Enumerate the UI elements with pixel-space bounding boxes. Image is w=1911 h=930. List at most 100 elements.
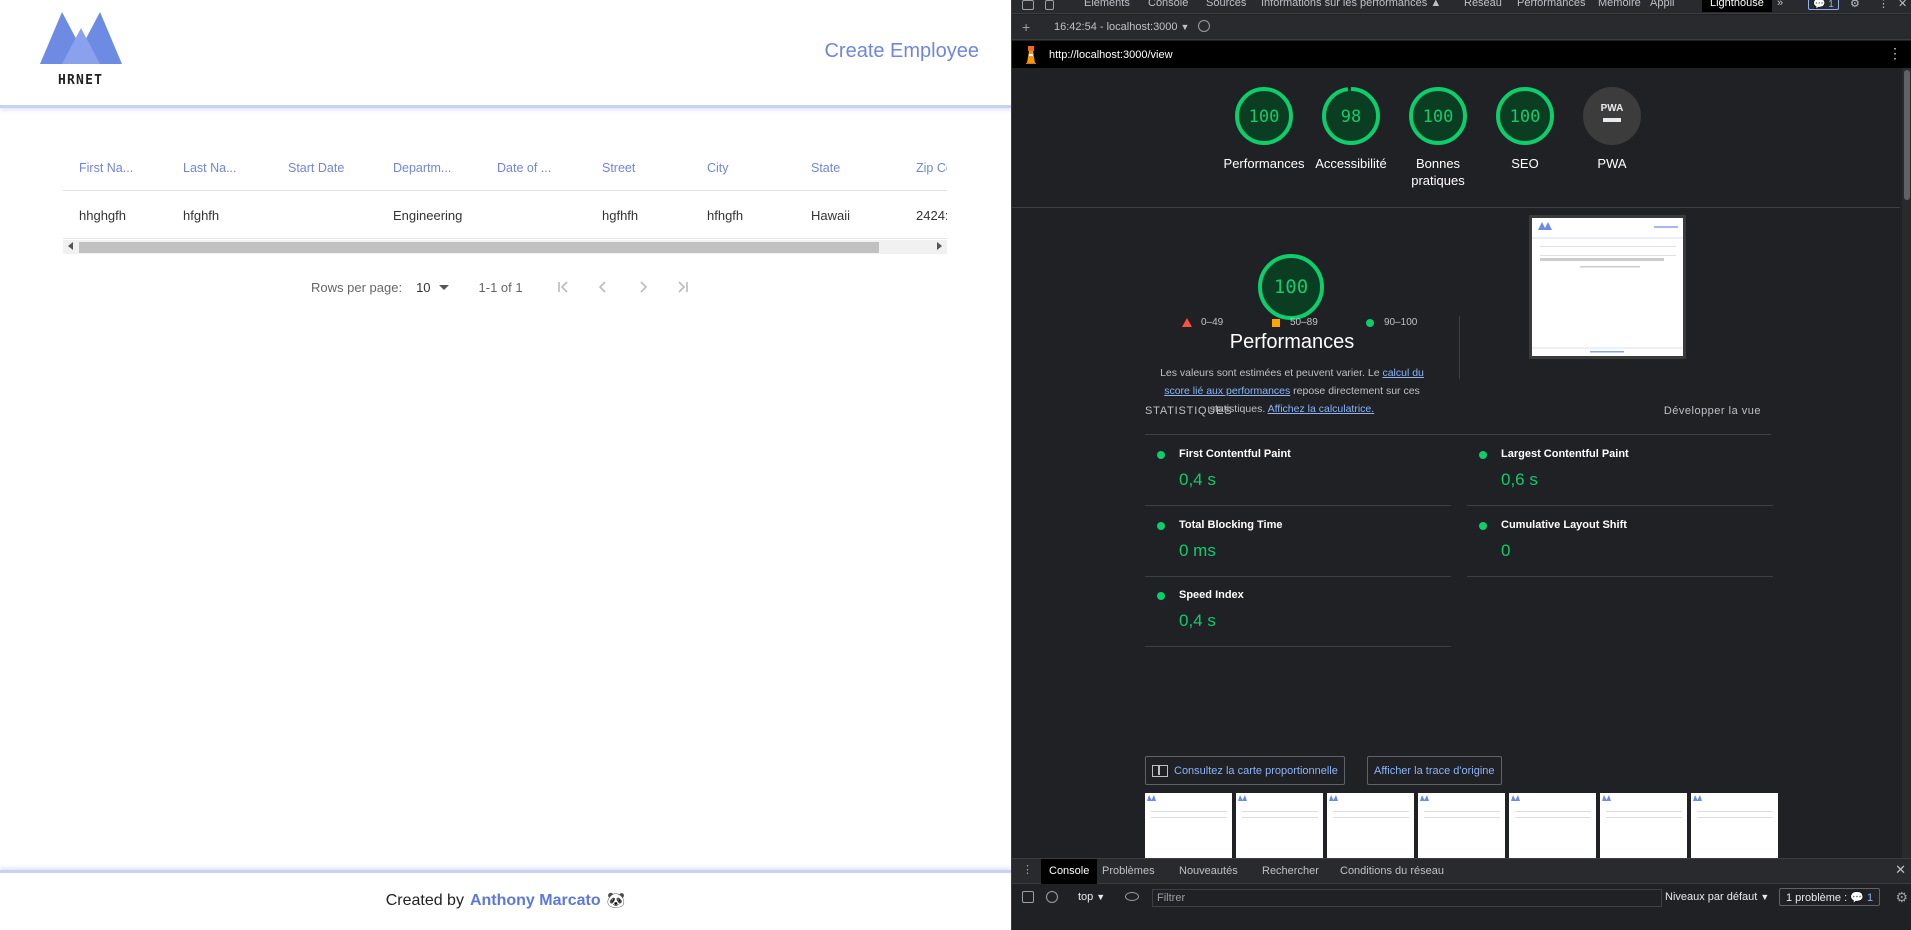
first-page-button[interactable]	[553, 277, 573, 297]
column-header-city[interactable]: City	[707, 146, 797, 190]
drawer-tab-whats-new[interactable]: Nouveautés	[1179, 865, 1238, 877]
tab-elements[interactable]: Éléments	[1084, 0, 1130, 9]
issues-badge[interactable]: 💬 1	[1808, 0, 1839, 10]
last-page-button[interactable]	[673, 277, 693, 297]
log-levels-select[interactable]: Niveaux par défaut ▼	[1665, 891, 1769, 903]
tab-memory[interactable]: Mémoire	[1598, 0, 1641, 9]
filmstrip-frame	[1691, 793, 1780, 858]
column-header-state[interactable]: State	[811, 146, 901, 190]
close-icon[interactable]: ✕	[1898, 0, 1907, 10]
report-vertical-scrollbar[interactable]	[1902, 68, 1911, 858]
kebab-icon[interactable]: ⋮	[1888, 45, 1902, 62]
score-legend: 0–49 50–89 90–100	[1170, 317, 1430, 331]
report-url[interactable]: http://localhost:3000/view	[1049, 49, 1173, 61]
gauge-performance[interactable]: 100 Performances	[1219, 86, 1309, 172]
column-header-department[interactable]: Departm...	[393, 146, 483, 190]
tab-performance-insights[interactable]: Informations sur les performances ▲	[1261, 0, 1441, 9]
gauge-seo[interactable]: 100 SEO	[1480, 86, 1570, 172]
cell-zip-code: 2424:	[916, 207, 947, 223]
chevron-left-icon	[598, 281, 606, 293]
gauge-best-practices[interactable]: 100 Bonnes pratiques	[1393, 86, 1483, 189]
legend-fail: 0–49	[1182, 317, 1223, 328]
session-label: 16:42:54 - localhost:3000	[1054, 21, 1178, 33]
console-toolbar: top▼ Niveaux par défaut▼ 1 problème : 💬 …	[1012, 885, 1911, 910]
drawer-tab-network-conditions[interactable]: Conditions du réseau	[1340, 865, 1444, 877]
frame-line	[1606, 811, 1682, 812]
plus-icon[interactable]: +	[1022, 19, 1030, 35]
next-page-button[interactable]	[633, 277, 653, 297]
clear-icon[interactable]	[1198, 20, 1210, 32]
table-row[interactable]: hhghgfh hfghfh Engineering hgfhfh hfhgfh…	[63, 192, 947, 239]
drawer-tab-console[interactable]: Console	[1041, 859, 1098, 884]
column-header-street[interactable]: Street	[602, 146, 692, 190]
expand-view-toggle[interactable]: Développer la vue	[1664, 405, 1761, 417]
device-toggle-icon[interactable]	[1045, 0, 1054, 10]
tab-more[interactable]: »	[1777, 0, 1783, 9]
create-employee-link[interactable]: Create Employee	[824, 40, 979, 63]
tab-console[interactable]: Console	[1148, 0, 1188, 9]
author-link[interactable]: Anthony Marcato	[470, 892, 601, 909]
kebab-icon[interactable]: ⋮	[1022, 863, 1033, 876]
column-header-start-date[interactable]: Start Date	[288, 146, 378, 190]
scroll-left-icon[interactable]	[68, 242, 73, 250]
scroll-right-icon[interactable]	[937, 242, 942, 250]
gear-icon[interactable]: ⚙	[1895, 889, 1908, 906]
column-header-date-of-birth[interactable]: Date of ...	[497, 146, 587, 190]
previous-page-button[interactable]	[593, 277, 613, 297]
pass-circle-icon	[1157, 451, 1165, 459]
scrollbar-thumb[interactable]	[1904, 70, 1910, 200]
filmstrip-frame	[1509, 793, 1598, 858]
tab-lighthouse[interactable]: Lighthouse	[1702, 0, 1772, 12]
tab-sources[interactable]: Sources	[1206, 0, 1246, 9]
pass-circle-icon	[1157, 522, 1165, 530]
column-header-first-name[interactable]: First Na...	[79, 146, 169, 190]
hrnet-logo[interactable]: HRNET	[40, 8, 122, 88]
performance-score-ring-icon: 100	[1258, 254, 1324, 320]
drawer-tab-issues[interactable]: Problèmes	[1102, 865, 1155, 877]
metric-lcp: Largest Contentful Paint 0,6 s	[1467, 436, 1773, 506]
sidebar-toggle-icon[interactable]	[1022, 891, 1034, 903]
table-horizontal-scrollbar[interactable]	[63, 240, 947, 254]
pagination-range: 1-1 of 1	[478, 279, 523, 295]
eye-icon[interactable]	[1125, 892, 1139, 901]
issues-counter-button[interactable]: 1 problème : 💬 1	[1779, 888, 1881, 906]
inspect-icon[interactable]	[1022, 0, 1034, 10]
metric-value: 0,6 s	[1501, 470, 1538, 489]
close-icon[interactable]: ✕	[1895, 862, 1906, 878]
kebab-icon[interactable]: ⋮	[1878, 0, 1889, 10]
metric-name: Cumulative Layout Shift	[1501, 519, 1627, 531]
context-select[interactable]: top ▼	[1078, 891, 1105, 903]
score-gauges: 100 Performances 98 Accessibilité 100 Bo…	[1012, 68, 1900, 208]
view-original-trace-button[interactable]: Afficher la trace d'origine	[1367, 756, 1502, 785]
console-filter-input[interactable]	[1152, 889, 1662, 907]
page-screenshot-icon	[1532, 222, 1683, 353]
cell-city: hfhgfh	[707, 207, 744, 223]
tab-performance[interactable]: Performances	[1517, 0, 1585, 9]
last-page-icon	[678, 281, 688, 293]
app-header: HRNET Create Employee	[0, 0, 1011, 108]
frame-line	[1424, 811, 1500, 812]
tab-application[interactable]: Appli	[1650, 0, 1674, 9]
gear-icon[interactable]: ⚙	[1850, 0, 1860, 10]
frame-line	[1333, 811, 1409, 812]
scrollbar-thumb[interactable]	[79, 242, 879, 253]
final-screenshot-thumbnail[interactable]	[1529, 215, 1686, 359]
gauge-value: 100	[1423, 107, 1454, 127]
score-ring-icon: 100	[1409, 87, 1467, 145]
gauge-pwa[interactable]: PWA PWA	[1567, 86, 1657, 172]
view-treemap-button[interactable]: Consultez la carte proportionnelle	[1145, 756, 1345, 785]
frame-line	[1424, 817, 1500, 818]
levels-label: Niveaux par défaut	[1665, 891, 1758, 903]
clear-console-icon[interactable]	[1046, 891, 1058, 903]
column-header-last-name[interactable]: Last Na...	[183, 146, 273, 190]
treemap-icon	[1152, 764, 1168, 777]
filmstrip-frame	[1145, 793, 1234, 858]
rows-per-page-select[interactable]: 10	[416, 280, 449, 295]
frame-line	[1606, 817, 1682, 818]
report-session-select[interactable]: 16:42:54 - localhost:3000 ▼	[1054, 21, 1189, 33]
tab-network[interactable]: Réseau	[1464, 0, 1502, 9]
filmstrip-frame	[1600, 793, 1689, 858]
gauge-accessibility[interactable]: 98 Accessibilité	[1306, 86, 1396, 172]
drawer-tab-search[interactable]: Rechercher	[1262, 865, 1319, 877]
column-header-zip-code[interactable]: Zip Co	[916, 146, 947, 190]
